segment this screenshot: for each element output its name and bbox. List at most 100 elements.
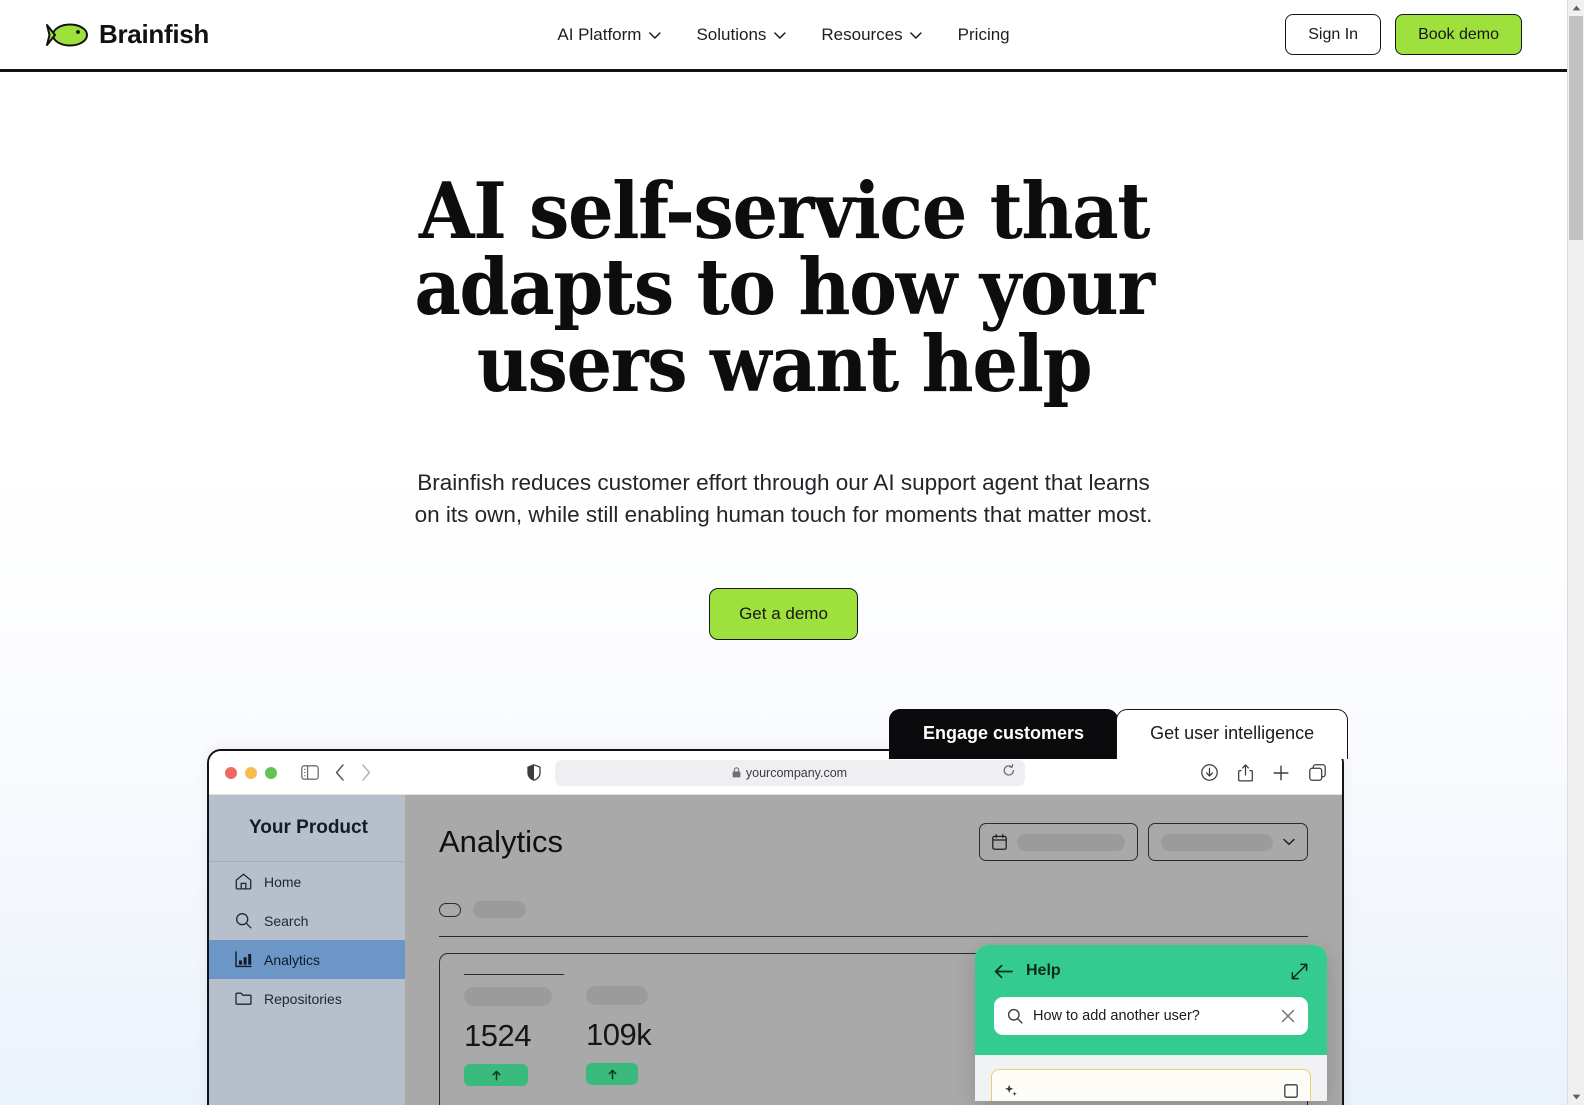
- sidebar-item-label: Analytics: [264, 951, 321, 968]
- help-widget-title-group: Help: [994, 962, 1061, 980]
- share-icon[interactable]: [1238, 763, 1253, 782]
- address-bar[interactable]: yourcompany.com: [554, 759, 1025, 786]
- scrollbar-thumb[interactable]: [1569, 16, 1583, 240]
- tab-overview-icon[interactable]: [1309, 764, 1326, 781]
- date-range-placeholder: [1017, 833, 1125, 851]
- nav-links: AI Platform Solutions Resources Pricing: [557, 25, 1009, 45]
- book-demo-button[interactable]: Book demo: [1395, 13, 1522, 56]
- help-widget-title: Help: [1026, 962, 1061, 979]
- nav-item-label: Solutions: [696, 24, 767, 44]
- stat-value: 1524: [464, 1018, 531, 1053]
- app-divider: [439, 936, 1308, 937]
- calendar-icon: [992, 834, 1007, 850]
- help-search-query: How to add another user?: [1033, 1008, 1200, 1024]
- sidebar-item-analytics[interactable]: Analytics: [209, 940, 405, 979]
- url-text: yourcompany.com: [745, 765, 848, 780]
- stat-trend-badge: [464, 1064, 528, 1086]
- stat-label-placeholder: [464, 987, 552, 1006]
- browser-nav-controls: [301, 764, 371, 781]
- pill-placeholder-secondary[interactable]: [473, 901, 526, 918]
- search-icon: [1007, 1008, 1023, 1024]
- nav-item-pricing[interactable]: Pricing: [958, 25, 1010, 45]
- expand-icon[interactable]: [1291, 963, 1308, 980]
- sidebar-item-home[interactable]: Home: [209, 862, 405, 901]
- brand-logo-link[interactable]: Brainfish: [45, 19, 209, 50]
- home-icon: [235, 873, 252, 890]
- tab-get-user-intelligence[interactable]: Get user intelligence: [1116, 709, 1349, 759]
- tab-engage-customers[interactable]: Engage customers: [889, 709, 1119, 759]
- hero-section: AI self-service that adapts to how your …: [0, 72, 1567, 641]
- download-icon[interactable]: [1201, 764, 1218, 781]
- shield-icon[interactable]: [526, 764, 541, 781]
- sidebar-item-label: Home: [264, 873, 302, 890]
- page-viewport: Brainfish AI Platform Solutions Resource…: [0, 0, 1567, 1105]
- browser-toolbar-actions: [1201, 763, 1326, 782]
- chevron-right-icon[interactable]: [361, 764, 371, 781]
- help-widget-header: Help How to add another user?: [975, 945, 1327, 1055]
- sparkle-icon: [1004, 1084, 1018, 1098]
- stat-card-2: 109k: [586, 974, 686, 1105]
- chevron-down-icon: [648, 32, 661, 39]
- filter-dropdown[interactable]: [1148, 823, 1308, 861]
- stat-card-1: 1524: [464, 974, 564, 1105]
- url-text-group: yourcompany.com: [732, 766, 847, 780]
- hero-subtitle: Brainfish reduces customer effort throug…: [414, 470, 1153, 528]
- top-navigation-bar: Brainfish AI Platform Solutions Resource…: [0, 0, 1567, 72]
- help-search-input[interactable]: How to add another user?: [994, 997, 1308, 1035]
- feature-tabs: Engage customers Get user intelligence: [889, 709, 1349, 759]
- filter-placeholder: [1161, 833, 1273, 851]
- nav-item-resources[interactable]: Resources: [821, 24, 922, 45]
- sidebar-item-repositories[interactable]: Repositories: [209, 979, 405, 1018]
- help-widget: Help How to add another user?: [975, 945, 1327, 1101]
- nav-item-ai-platform[interactable]: AI Platform: [557, 25, 661, 45]
- close-window-button[interactable]: [225, 766, 237, 779]
- hero-cta-wrapper: Get a demo: [0, 587, 1567, 641]
- date-range-picker[interactable]: [979, 823, 1138, 861]
- app-header-controls: [979, 823, 1308, 861]
- app-page-title: Analytics: [439, 824, 564, 859]
- sidebar-toggle-icon[interactable]: [301, 765, 319, 780]
- page-scrollbar[interactable]: [1567, 0, 1584, 1105]
- chevron-down-icon: [1283, 838, 1295, 846]
- reload-icon[interactable]: [1003, 763, 1015, 782]
- stat-top-rule: [464, 974, 564, 975]
- sidebar-item-label: Repositories: [264, 990, 342, 1007]
- lock-icon: [732, 767, 741, 778]
- app-sidebar-title: Your Product: [209, 795, 405, 862]
- get-a-demo-button[interactable]: Get a demo: [709, 587, 858, 641]
- close-icon[interactable]: [1281, 1009, 1295, 1023]
- chevron-left-icon[interactable]: [335, 764, 345, 781]
- arrow-up-icon: [491, 1070, 502, 1081]
- chevron-down-icon: [909, 32, 922, 39]
- pill-selected[interactable]: [439, 902, 461, 917]
- minimize-window-button[interactable]: [245, 766, 257, 779]
- nav-item-label: Resources: [821, 24, 903, 44]
- bar-chart-icon: [235, 951, 252, 968]
- app-sidebar: Your Product Home Search Analytics Repos…: [209, 795, 405, 1105]
- stat-trend-badge: [586, 1063, 638, 1085]
- sidebar-item-search[interactable]: Search: [209, 901, 405, 940]
- scroll-up-icon[interactable]: [1568, 0, 1584, 16]
- folder-icon: [235, 990, 252, 1007]
- arrow-left-icon[interactable]: [994, 964, 1013, 979]
- window-traffic-lights: [225, 766, 277, 779]
- scroll-down-icon[interactable]: [1568, 1089, 1584, 1105]
- chevron-down-icon: [773, 32, 786, 39]
- app-filter-pills: [439, 901, 1308, 918]
- stat-label-placeholder: [586, 986, 648, 1005]
- brand-name: Brainfish: [99, 19, 209, 49]
- plus-icon[interactable]: [1273, 765, 1289, 781]
- sidebar-item-label: Search: [264, 912, 309, 929]
- fish-logo-icon: [45, 20, 89, 50]
- help-widget-body: [975, 1055, 1327, 1101]
- nav-item-solutions[interactable]: Solutions: [696, 24, 786, 45]
- nav-actions: Sign In Book demo: [1285, 13, 1522, 56]
- search-icon: [235, 912, 252, 929]
- page-title: AI self-service that adapts to how your …: [413, 166, 1155, 410]
- sign-in-button[interactable]: Sign In: [1285, 13, 1382, 56]
- browser-address-area: yourcompany.com: [526, 759, 1025, 786]
- zoom-window-button[interactable]: [265, 766, 277, 779]
- arrow-up-icon: [607, 1069, 618, 1080]
- help-suggestion-card[interactable]: [991, 1069, 1311, 1101]
- app-header-row: Analytics: [439, 823, 1308, 861]
